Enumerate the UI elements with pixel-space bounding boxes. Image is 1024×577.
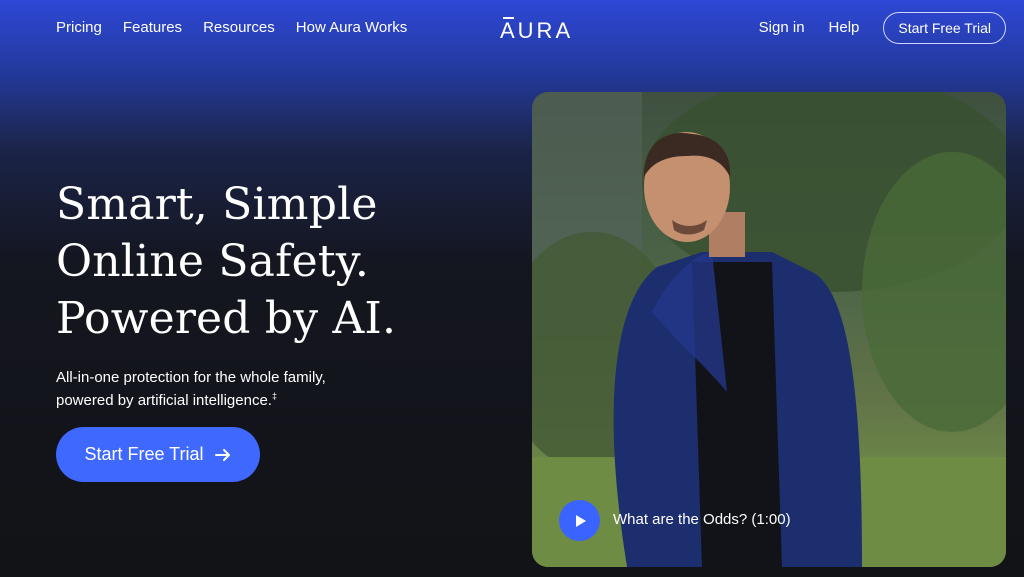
play-icon bbox=[575, 514, 586, 527]
aura-logo[interactable]: AURA bbox=[500, 14, 570, 43]
logo-text: AURA bbox=[500, 18, 574, 43]
play-button[interactable] bbox=[559, 500, 600, 541]
hero-cta-label: Start Free Trial bbox=[84, 444, 204, 464]
help-link[interactable]: Help bbox=[829, 18, 860, 38]
account-nav: Sign in Help Start Free Trial bbox=[759, 12, 1006, 44]
nav-link-features[interactable]: Features bbox=[123, 18, 182, 38]
hero-title-line: Smart, Simple bbox=[56, 179, 378, 230]
primary-nav: Pricing Features Resources How Aura Work… bbox=[56, 18, 407, 38]
nav-link-how-aura-works[interactable]: How Aura Works bbox=[296, 18, 407, 38]
video-thumbnail bbox=[532, 92, 1006, 567]
video-caption: What are the Odds? (1:00) bbox=[613, 511, 791, 528]
hero-title-line: Powered by AI. bbox=[56, 293, 397, 344]
hero-title-line: Online Safety. bbox=[56, 236, 370, 287]
nav-link-resources[interactable]: Resources bbox=[203, 18, 275, 38]
footnote-mark: ‡ bbox=[271, 391, 277, 401]
hero-subtitle-line: powered by artificial intelligence.‡ bbox=[56, 387, 326, 410]
nav-link-pricing[interactable]: Pricing bbox=[56, 18, 102, 38]
hero-subtitle: All-in-one protection for the whole fami… bbox=[56, 368, 326, 410]
header-start-trial-button[interactable]: Start Free Trial bbox=[883, 12, 1006, 44]
hero-title: Smart, Simple Online Safety. Powered by … bbox=[56, 176, 396, 347]
sign-in-link[interactable]: Sign in bbox=[759, 18, 805, 38]
arrow-right-icon bbox=[214, 448, 230, 461]
hero-subtitle-line: All-in-one protection for the whole fami… bbox=[56, 369, 326, 386]
hero-subtitle-text: powered by artificial intelligence. bbox=[56, 392, 272, 409]
hero-start-trial-button[interactable]: Start Free Trial bbox=[56, 427, 260, 482]
video-player[interactable]: What are the Odds? (1:00) bbox=[532, 92, 1006, 567]
